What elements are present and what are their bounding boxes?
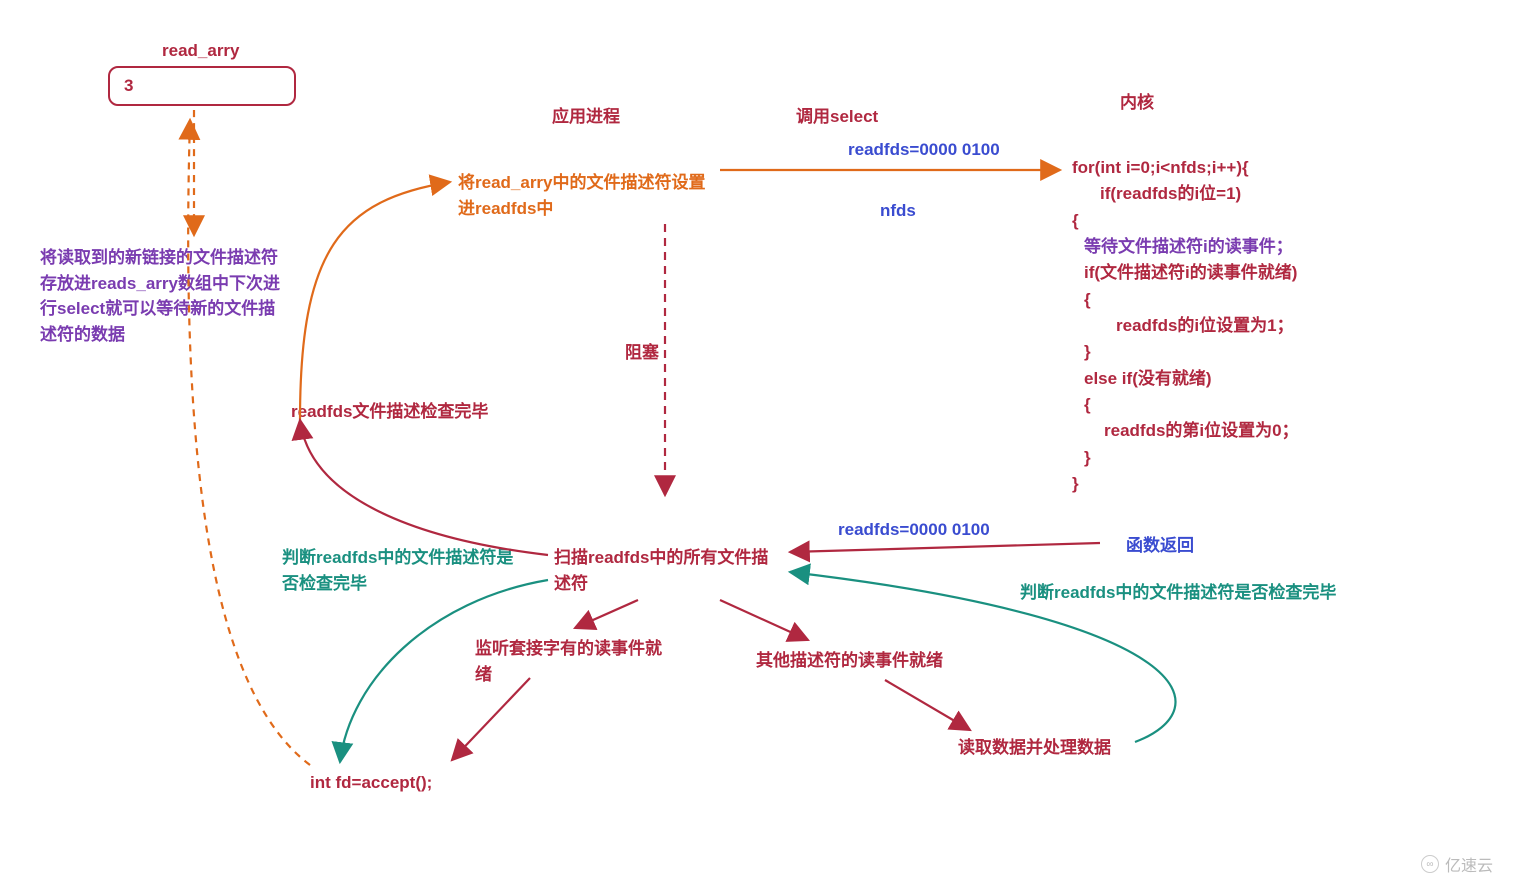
label-check-done-right: 判断readfds中的文件描述符是否检查完毕 — [1020, 580, 1400, 606]
label-block: 阻塞 — [625, 340, 659, 366]
kc-l5: readfds的i位设置为1； — [1072, 313, 1299, 339]
label-readfds-top: readfds=0000 0100 — [848, 137, 1000, 163]
kc-l8: } — [1072, 471, 1299, 497]
code-accept: int fd=accept(); — [310, 770, 432, 796]
kc-l1: for(int i=0;i<nfds;i++){ — [1072, 155, 1299, 181]
label-scan-all: 扫描readfds中的所有文件描述符 — [554, 545, 784, 596]
step-set-readfds: 将read_arry中的文件描述符设置进readfds中 — [458, 170, 718, 221]
arrow-listen-accept — [452, 678, 530, 760]
arrow-other-readproc — [885, 680, 970, 730]
read-arry-value: 3 — [124, 76, 133, 95]
heading-app-process: 应用进程 — [552, 104, 620, 130]
kc-l7b: } — [1072, 445, 1299, 471]
label-readfds-done: readfds文件描述检查完毕 — [291, 399, 488, 425]
heading-call-select: 调用select — [796, 104, 878, 130]
label-listen-ready: 监听套接字有的读事件就绪 — [475, 636, 675, 687]
arrow-accept-to-readarry — [188, 120, 310, 765]
watermark-text: 亿速云 — [1445, 852, 1493, 876]
kc-l2b: { — [1072, 208, 1299, 234]
arrow-scan-listen — [575, 600, 638, 628]
label-read-process: 读取数据并处理数据 — [958, 735, 1111, 761]
heading-kernel: 内核 — [1120, 90, 1154, 116]
kc-l2: if(readfds的i位=1) — [1072, 181, 1299, 207]
kc-l6: else if(没有就绪) — [1072, 366, 1299, 392]
kc-l5b: } — [1072, 339, 1299, 365]
arrow-scan-to-done — [300, 420, 548, 555]
arrow-to-setreadfds — [300, 182, 450, 420]
label-readfds-mid: readfds=0000 0100 — [838, 517, 990, 543]
kc-l6b: { — [1072, 392, 1299, 418]
read-arry-title: read_arry — [162, 38, 240, 64]
kc-l4b: { — [1072, 287, 1299, 313]
arrow-kernel-return — [790, 543, 1100, 552]
kc-l7: readfds的第i位设置为0； — [1072, 418, 1299, 444]
arrow-scan-other — [720, 600, 808, 640]
kernel-code-block: for(int i=0;i<nfds;i++){ if(readfds的i位=1… — [1072, 155, 1299, 497]
label-nfds: nfds — [880, 198, 916, 224]
label-other-ready: 其他描述符的读事件就绪 — [756, 648, 976, 674]
note-store-fd: 将读取到的新链接的文件描述符存放进reads_arry数组中下次进行select… — [40, 245, 290, 347]
label-check-done-left: 判断readfds中的文件描述符是否检查完毕 — [282, 545, 522, 596]
kc-l3: 等待文件描述符i的读事件； — [1072, 234, 1299, 260]
label-func-return: 函数返回 — [1126, 533, 1194, 559]
watermark: ∞ 亿速云 — [1421, 852, 1493, 876]
watermark-icon: ∞ — [1421, 855, 1439, 873]
kc-l4: if(文件描述符i的读事件就绪) — [1072, 260, 1299, 286]
read-arry-box: 3 — [108, 66, 296, 106]
